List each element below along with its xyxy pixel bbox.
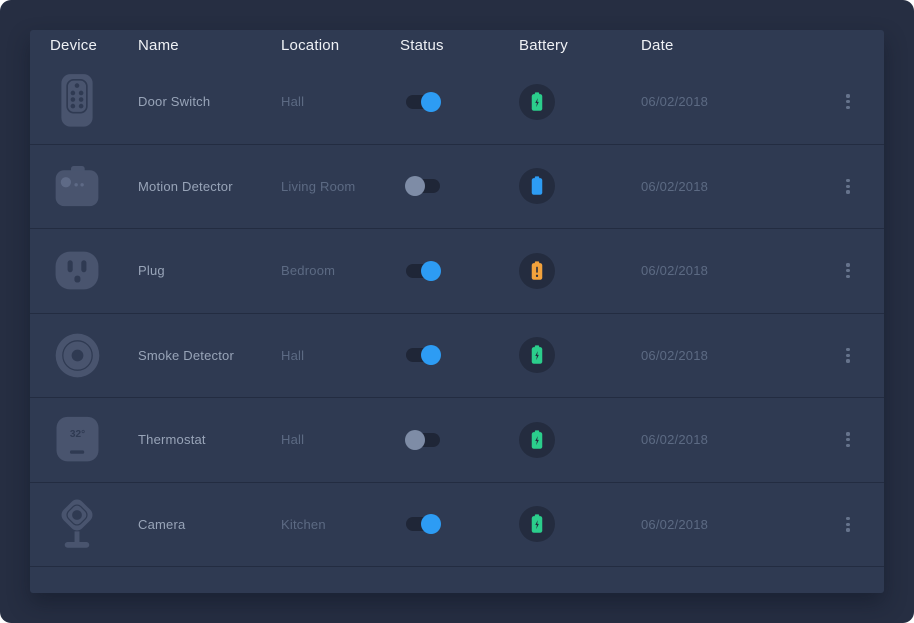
kebab-menu-icon[interactable]	[840, 342, 855, 369]
camera-icon	[54, 497, 100, 551]
battery-indicator	[519, 422, 555, 458]
battery-icon	[530, 261, 544, 281]
thermostat-icon: 32°	[50, 404, 104, 476]
column-header-name: Name	[138, 37, 281, 54]
device-location: Hall	[281, 432, 304, 447]
kebab-menu-icon[interactable]	[840, 511, 855, 538]
motion-detector-icon	[50, 150, 104, 222]
status-toggle[interactable]	[405, 514, 441, 534]
thermostat-temp-label: 32°	[69, 429, 84, 440]
status-toggle[interactable]	[405, 176, 441, 196]
thermostat-icon: 32°	[54, 416, 101, 463]
column-header-location: Location	[281, 37, 400, 54]
device-date: 06/02/2018	[641, 94, 708, 109]
column-header-date: Date	[641, 37, 812, 54]
status-toggle[interactable]	[405, 430, 441, 450]
battery-icon	[530, 345, 544, 365]
table-row: Door Switch Hall	[30, 60, 884, 145]
battery-icon	[530, 92, 544, 112]
plug-icon	[53, 249, 101, 292]
device-location: Living Room	[281, 179, 355, 194]
smoke-detector-icon	[50, 319, 104, 391]
kebab-menu-icon[interactable]	[840, 173, 855, 200]
battery-indicator	[519, 253, 555, 289]
smoke-detector-icon	[54, 332, 101, 379]
column-header-battery: Battery	[519, 37, 641, 54]
remote-icon	[50, 66, 104, 138]
device-location: Hall	[281, 348, 304, 363]
device-location: Bedroom	[281, 263, 335, 278]
device-date: 06/02/2018	[641, 517, 708, 532]
table-row: Smoke Detector Hall	[30, 314, 884, 399]
device-date: 06/02/2018	[641, 432, 708, 447]
table-row: Camera Kitchen	[30, 483, 884, 568]
table-body: Door Switch Hall	[30, 60, 884, 567]
device-table-card: Device Name Location Status Battery Date…	[30, 30, 884, 593]
remote-icon	[54, 71, 100, 133]
battery-indicator	[519, 506, 555, 542]
status-toggle[interactable]	[405, 92, 441, 112]
app-window: Device Name Location Status Battery Date…	[0, 0, 914, 623]
device-location: Hall	[281, 94, 304, 109]
kebab-menu-icon[interactable]	[840, 88, 855, 115]
device-name: Motion Detector	[138, 179, 233, 194]
device-date: 06/02/2018	[641, 263, 708, 278]
column-header-status: Status	[400, 37, 519, 54]
device-date: 06/02/2018	[641, 348, 708, 363]
status-toggle[interactable]	[405, 261, 441, 281]
device-location: Kitchen	[281, 517, 326, 532]
device-name: Camera	[138, 517, 185, 532]
device-name: Door Switch	[138, 94, 210, 109]
device-date: 06/02/2018	[641, 179, 708, 194]
battery-indicator	[519, 337, 555, 373]
table-row: 32° Thermostat Hall	[30, 398, 884, 483]
status-toggle[interactable]	[405, 345, 441, 365]
battery-icon	[530, 514, 544, 534]
battery-icon	[530, 176, 544, 196]
battery-indicator	[519, 84, 555, 120]
kebab-menu-icon[interactable]	[840, 426, 855, 453]
device-name: Thermostat	[138, 432, 206, 447]
table-header: Device Name Location Status Battery Date	[30, 30, 884, 60]
device-name: Plug	[138, 263, 165, 278]
battery-indicator	[519, 168, 555, 204]
kebab-menu-icon[interactable]	[840, 257, 855, 284]
motion-detector-icon	[53, 166, 101, 207]
table-row: Plug Bedroom	[30, 229, 884, 314]
camera-icon	[50, 488, 104, 560]
column-header-device: Device	[50, 37, 138, 54]
device-name: Smoke Detector	[138, 348, 234, 363]
plug-icon	[50, 235, 104, 307]
table-row: Motion Detector Living Room	[30, 145, 884, 230]
battery-icon	[530, 430, 544, 450]
